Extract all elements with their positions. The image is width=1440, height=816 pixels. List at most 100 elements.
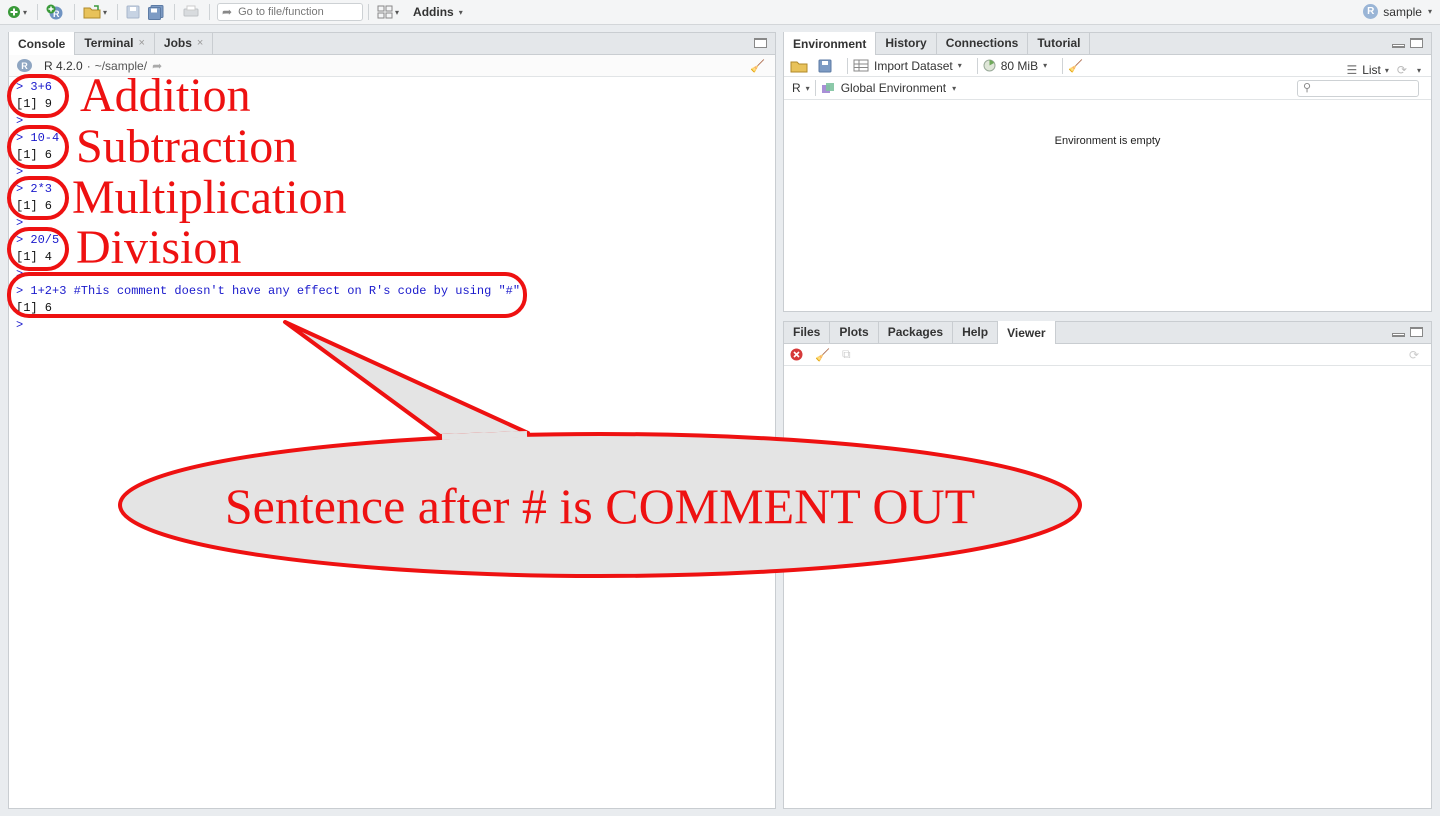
toolbar-divider [814,80,816,96]
console-input-line: > [16,318,24,332]
highlight-subtraction [7,125,69,169]
tab-label: Help [962,325,989,339]
tab-console[interactable]: Console [9,32,76,55]
tab-label: Files [793,325,821,339]
addins-menu[interactable]: Addins ▾ [404,2,466,22]
save-button[interactable] [123,2,143,22]
pane-layout-button[interactable]: ▾ [374,2,402,22]
print-button[interactable] [180,2,202,22]
broom-icon[interactable]: 🧹 [750,59,765,73]
go-to-file-placeholder: Go to file/function [238,6,324,18]
save-workspace-button[interactable] [818,59,832,73]
export-icon[interactable]: ⧉ [842,347,851,362]
maximize-pane-icon[interactable] [1410,38,1423,48]
toolbar-divider [847,57,848,74]
tab-label: Environment [793,36,867,51]
memory-usage-label: 80 MiB [1000,58,1039,73]
new-file-button[interactable]: ▾ [4,2,30,22]
open-file-button[interactable]: ▾ [80,2,110,22]
main-toolbar: ▾ R ▾ ➦ Go to file/function ▾ Addins ▾ R… [0,0,1440,25]
toolbar-divider [74,4,76,20]
view-options: ☰ List ▾ ⟳ ▾ [1346,63,1421,77]
chevron-down-icon: ▾ [1384,65,1389,75]
broom-icon[interactable]: 🧹 [815,348,830,362]
go-to-file-input[interactable]: ➦ Go to file/function [217,3,364,21]
new-project-button[interactable]: R [43,2,67,22]
refresh-icon[interactable]: ⟳ [1397,63,1407,77]
remove-viewer-icon[interactable] [790,348,803,361]
tab-jobs[interactable]: Jobs × [155,32,214,54]
callout-text: Sentence after # is COMMENT OUT [224,478,976,534]
tab-viewer[interactable]: Viewer [998,321,1056,344]
environment-scope-label: Global Environment [840,81,947,95]
tab-history[interactable]: History [876,32,937,54]
tab-label: Plots [839,325,869,339]
refresh-icon[interactable]: ⟳ [1409,348,1419,362]
search-icon: ⚲ [1303,82,1312,94]
window-controls [754,38,767,48]
tab-terminal[interactable]: Terminal × [75,32,155,54]
minimize-pane-icon[interactable] [1392,44,1405,48]
minimize-pane-icon[interactable] [1392,333,1405,337]
language-label: R [792,81,801,95]
chevron-down-icon: ▾ [395,7,400,17]
import-dataset-button[interactable]: Import Dataset ▾ [853,59,962,73]
toolbar-divider [37,4,39,20]
environment-toolbar: Import Dataset ▾ 80 MiB ▾ 🧹 ☰ List ▾ ⟳ ▾ [784,55,1431,77]
project-label: sample [1383,4,1422,19]
restore-pane-icon[interactable] [754,38,767,48]
tab-label: History [885,36,927,50]
tab-help[interactable]: Help [953,321,999,343]
tab-connections[interactable]: Connections [937,32,1029,54]
highlight-multiplication [7,176,69,220]
tab-label: Packages [887,325,944,339]
toolbar-divider [174,4,176,20]
folder-open-icon [790,61,808,72]
highlight-addition [7,74,69,118]
label-subtraction: Subtraction [76,120,298,173]
tab-plots[interactable]: Plots [830,321,879,343]
environment-tabs: Environment History Connections Tutorial [784,32,1431,55]
close-icon[interactable]: × [138,37,144,49]
tab-environment[interactable]: Environment [784,32,877,55]
new-file-icon [8,6,20,18]
save-all-icon [148,4,164,20]
project-menu[interactable]: R sample ▾ [1363,4,1432,19]
toolbar-divider [209,4,211,20]
save-icon [818,59,832,72]
list-view-menu[interactable]: ☰ List ▾ [1346,63,1388,77]
console-tabs: Console Terminal × Jobs × [9,32,775,55]
save-icon [126,5,140,19]
pie-chart-icon [983,59,996,72]
environment-selector[interactable]: Global Environment ▾ [821,81,956,95]
environment-empty-message: Environment is empty [1054,135,1161,147]
table-icon [853,59,869,72]
r-project-icon: R [1363,4,1379,19]
tab-tutorial[interactable]: Tutorial [1028,32,1091,54]
tab-label: Connections [945,36,1019,50]
language-selector[interactable]: R ▾ [792,81,810,95]
tab-packages[interactable]: Packages [879,321,954,343]
r-logo-icon: R [17,59,32,72]
save-all-button[interactable] [145,2,167,22]
tab-label: Viewer [1007,325,1046,340]
memory-usage-button[interactable]: 80 MiB ▾ [983,59,1047,73]
tab-label: Jobs [163,36,192,50]
list-icon: ☰ [1346,63,1358,77]
files-pane: Files Plots Packages Help Viewer 🧹 ⧉ ⟳ [783,321,1432,809]
tab-files[interactable]: Files [784,321,831,343]
maximize-pane-icon[interactable] [1410,327,1423,337]
folder-open-icon [83,5,101,19]
chevron-down-icon: ▾ [957,61,962,70]
chevron-down-icon: ▾ [805,83,810,93]
chevron-down-icon: ▾ [23,7,28,17]
toolbar-divider [976,57,978,74]
close-icon[interactable]: × [197,37,203,49]
print-icon [183,5,199,17]
tab-label: Console [18,36,66,51]
clear-workspace-button[interactable]: 🧹 [1068,59,1083,73]
list-view-label: List [1362,63,1381,77]
load-workspace-button[interactable] [790,59,808,73]
chevron-down-icon: ▾ [1427,7,1432,16]
environment-search-input[interactable]: ⚲ [1297,80,1419,97]
